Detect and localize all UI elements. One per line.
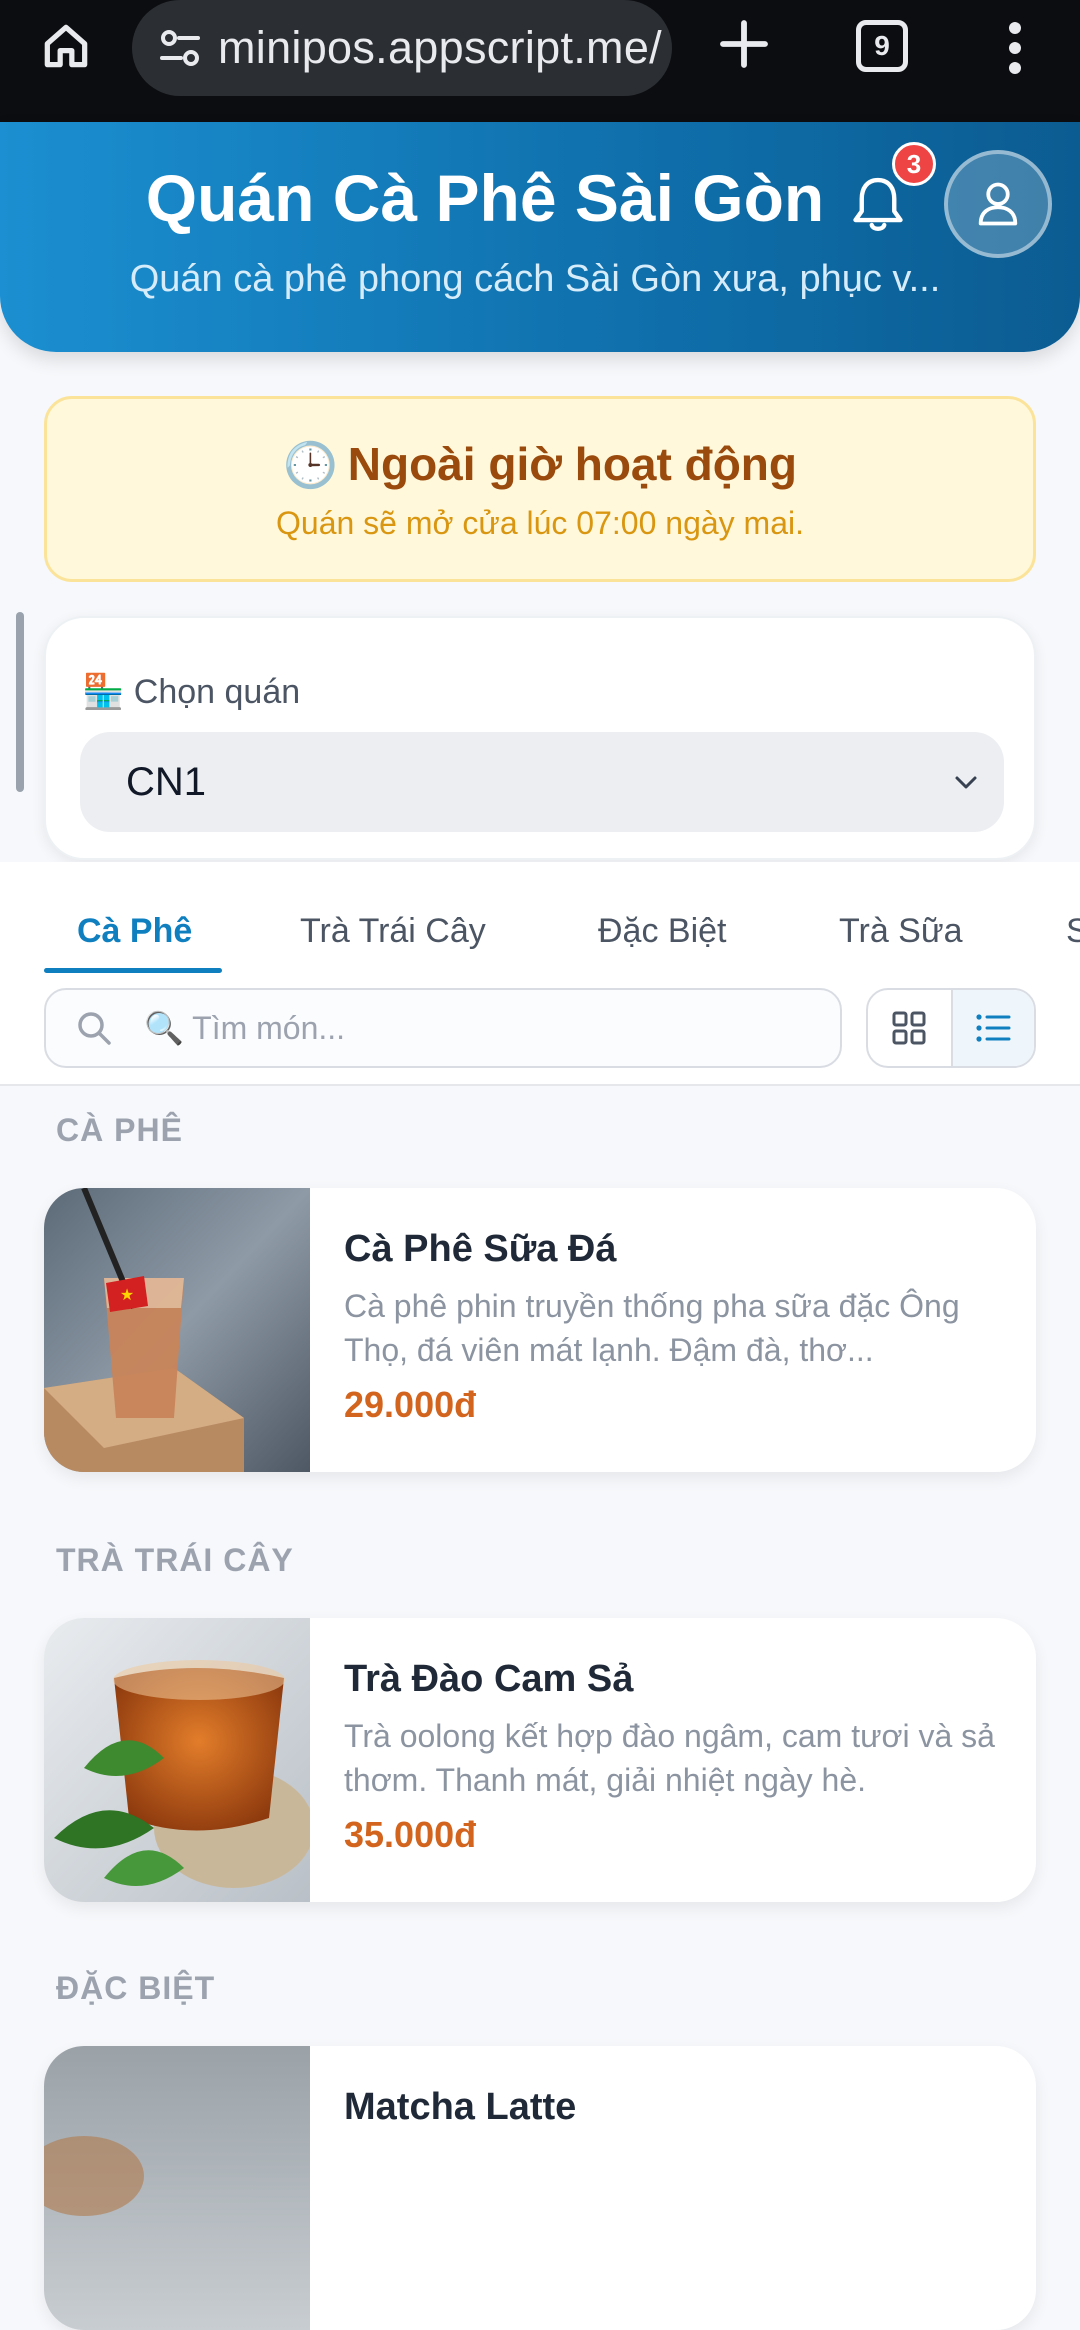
- item-description: Cà phê phin truyền thống pha sữa đặc Ông…: [344, 1288, 960, 1368]
- clock-icon: 🕒: [283, 441, 338, 490]
- list-view-button[interactable]: [950, 990, 1034, 1066]
- avatar[interactable]: [944, 150, 1052, 258]
- search-icon: [78, 1012, 111, 1045]
- tab-tra-sua[interactable]: Trà Sữa: [839, 912, 963, 951]
- status-heading: 🕒 Ngoài giờ hoạt động: [47, 437, 1033, 491]
- store-select[interactable]: CN1: [80, 732, 1004, 832]
- tab-tra-trai-cay[interactable]: Trà Trái Cây: [300, 912, 486, 951]
- chevron-down-icon: [955, 776, 977, 789]
- peach-tea-image: [44, 1618, 310, 1902]
- svg-text:★: ★: [120, 1285, 134, 1304]
- tab-next-partial[interactable]: S: [1066, 912, 1080, 951]
- iced-milk-coffee-image: ★: [44, 1188, 310, 1472]
- address-bar[interactable]: minipos.appscript.me/: [132, 0, 672, 96]
- notification-badge: 3: [892, 142, 936, 186]
- site-settings-icon[interactable]: [156, 24, 204, 72]
- item-price: 29.000đ: [344, 1384, 477, 1425]
- category-bar: Cà Phê Trà Trái Cây Đặc Biệt Trà Sữa S 🔍…: [0, 862, 1080, 1086]
- url-text: minipos.appscript.me/: [218, 22, 662, 73]
- bell-icon[interactable]: [848, 172, 908, 238]
- matcha-latte-image: [44, 2046, 310, 2330]
- status-heading-text: Ngoài giờ hoạt động: [347, 438, 797, 490]
- app-header: Quán Cà Phê Sài Gòn Quán cà phê phong cá…: [0, 122, 1080, 352]
- shop-subtitle: Quán cà phê phong cách Sài Gòn xưa, phục…: [129, 258, 941, 300]
- item-description: Trà oolong kết hợp đào ngâm, cam tươi và…: [344, 1718, 995, 1798]
- section-title-tra-trai-cay: TRÀ TRÁI CÂY: [56, 1542, 294, 1578]
- section-title-dac-biet: ĐẶC BIỆT: [56, 1970, 216, 2006]
- item-name: Matcha Latte: [344, 2086, 577, 2128]
- category-tabs: Cà Phê Trà Trái Cây Đặc Biệt Trà Sữa S: [0, 862, 1080, 976]
- shop-title: Quán Cà Phê Sài Gòn: [145, 161, 825, 235]
- grid-icon: [892, 1011, 926, 1045]
- tab-switcher-button[interactable]: 9: [856, 20, 908, 72]
- menu-item-card[interactable]: Trà Đào Cam Sả Trà oolong kết hợp đào ng…: [44, 1618, 1036, 1902]
- search-placeholder: 🔍 Tìm món...: [144, 1010, 346, 1046]
- item-name: Cà Phê Sữa Đá: [344, 1228, 617, 1270]
- tab-dac-biet[interactable]: Đặc Biệt: [598, 912, 727, 951]
- closed-status-banner: 🕒 Ngoài giờ hoạt động Quán sẽ mở cửa lúc …: [44, 396, 1036, 582]
- item-name: Trà Đào Cam Sả: [344, 1658, 634, 1700]
- menu-item-card[interactable]: Matcha Latte: [44, 2046, 1036, 2330]
- item-price: 35.000đ: [344, 1814, 477, 1855]
- store-select-label-text: Chọn quán: [133, 673, 301, 711]
- list-icon: [976, 1014, 1011, 1042]
- section-title-ca-phe: CÀ PHÊ: [56, 1112, 183, 1148]
- more-options-icon[interactable]: [1000, 18, 1030, 78]
- scroll-indicator: [16, 612, 24, 792]
- new-tab-icon[interactable]: [716, 16, 772, 72]
- active-tab-indicator: [44, 968, 222, 973]
- search-input[interactable]: 🔍 Tìm món...: [44, 988, 842, 1068]
- menu-item-card[interactable]: ★ Cà Phê Sữa Đá Cà phê phin truyền thống…: [44, 1188, 1036, 1472]
- browser-toolbar: minipos.appscript.me/ 9: [0, 0, 1080, 122]
- status-message: Quán sẽ mở cửa lúc 07:00 ngày mai.: [276, 505, 804, 541]
- user-icon: [978, 182, 1018, 226]
- home-icon[interactable]: [38, 18, 94, 74]
- view-toggle: [866, 988, 1036, 1068]
- store-select-value: CN1: [126, 759, 207, 804]
- store-icon: 🏪: [82, 673, 125, 711]
- store-select-label: 🏪 Chọn quán: [82, 672, 300, 712]
- grid-view-button[interactable]: [868, 990, 951, 1066]
- tab-ca-phe[interactable]: Cà Phê: [77, 912, 192, 951]
- store-select-card: 🏪 Chọn quán CN1: [44, 616, 1036, 860]
